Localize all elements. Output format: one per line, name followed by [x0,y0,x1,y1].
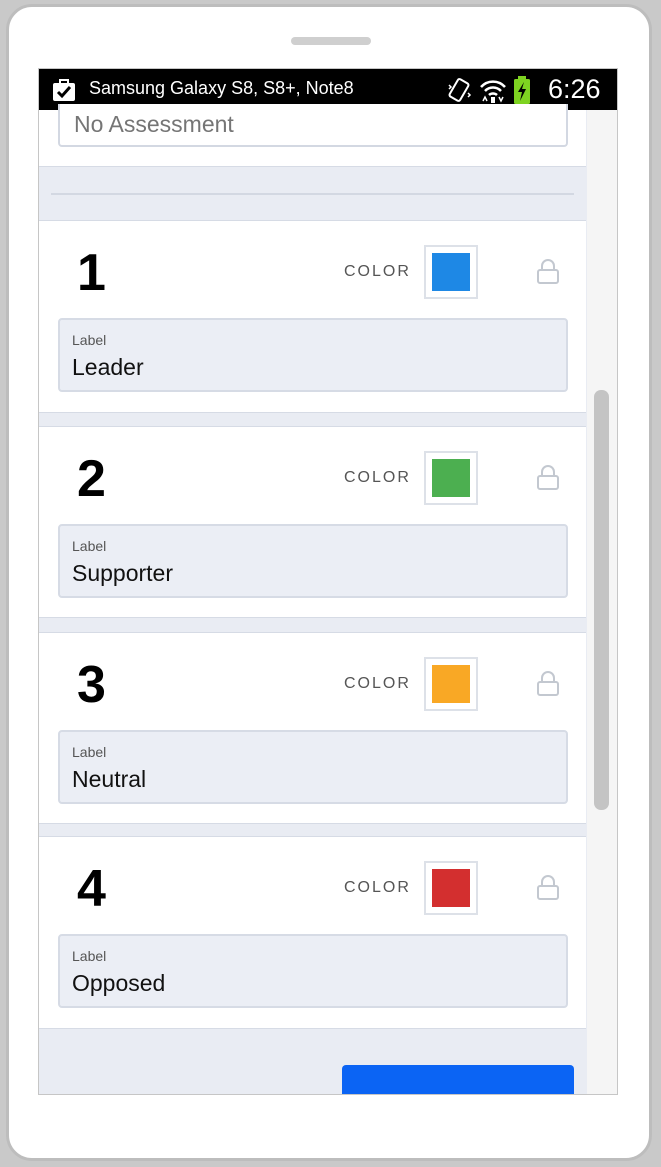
wifi-icon [480,80,506,103]
clock: 6:26 [548,74,601,104]
label-caption: Label [72,744,107,760]
color-swatch [432,665,470,703]
color-swatch [432,459,470,497]
briefcase-check-icon [53,79,75,101]
color-swatch [432,253,470,291]
primary-action-button[interactable] [342,1065,574,1094]
label-value[interactable]: Supporter [72,560,173,587]
label-field[interactable]: Label Supporter [58,524,568,598]
label-field[interactable]: Label Neutral [58,730,568,804]
level-number: 2 [77,450,106,508]
label-caption: Label [72,948,107,964]
color-label: COLOR [344,879,411,896]
level-number: 4 [77,860,106,918]
assessment-input[interactable] [58,104,568,147]
color-swatch-button[interactable] [424,245,478,299]
color-swatch [432,869,470,907]
level-number: 3 [77,656,106,714]
status-icons [448,76,530,104]
level-card-1: 1 COLOR Label Leader [39,220,586,413]
lock-icon[interactable] [536,671,560,697]
level-card-2: 2 COLOR Label Supporter [39,426,586,618]
color-label: COLOR [344,263,411,280]
label-caption: Label [72,332,107,348]
level-number: 1 [77,244,106,302]
vibrate-icon [448,78,472,102]
color-swatch-button[interactable] [424,861,478,915]
speaker-grille [291,37,371,45]
label-field[interactable]: Label Leader [58,318,568,392]
color-label: COLOR [344,469,411,486]
color-swatch-button[interactable] [424,657,478,711]
battery-charging-icon [514,76,530,104]
color-swatch-button[interactable] [424,451,478,505]
label-value[interactable]: Leader [72,354,144,381]
lock-icon[interactable] [536,259,560,285]
assessment-card [39,104,586,167]
level-card-4: 4 COLOR Label Opposed [39,836,586,1029]
label-value[interactable]: Opposed [72,970,165,997]
scrollbar-thumb[interactable] [594,390,609,810]
screen: Samsung Galaxy S8, S8+, Note8 6:26 No As… [38,68,618,1095]
device-name: Samsung Galaxy S8, S8+, Note8 [89,78,354,98]
scroll-content: 1 COLOR Label Leader 2 COLOR [39,104,586,1094]
label-caption: Label [72,538,107,554]
lock-icon[interactable] [536,465,560,491]
level-card-3: 3 COLOR Label Neutral [39,632,586,824]
label-field[interactable]: Label Opposed [58,934,568,1008]
label-value[interactable]: Neutral [72,766,146,793]
lock-icon[interactable] [536,875,560,901]
color-label: COLOR [344,675,411,692]
section-divider [51,193,574,195]
